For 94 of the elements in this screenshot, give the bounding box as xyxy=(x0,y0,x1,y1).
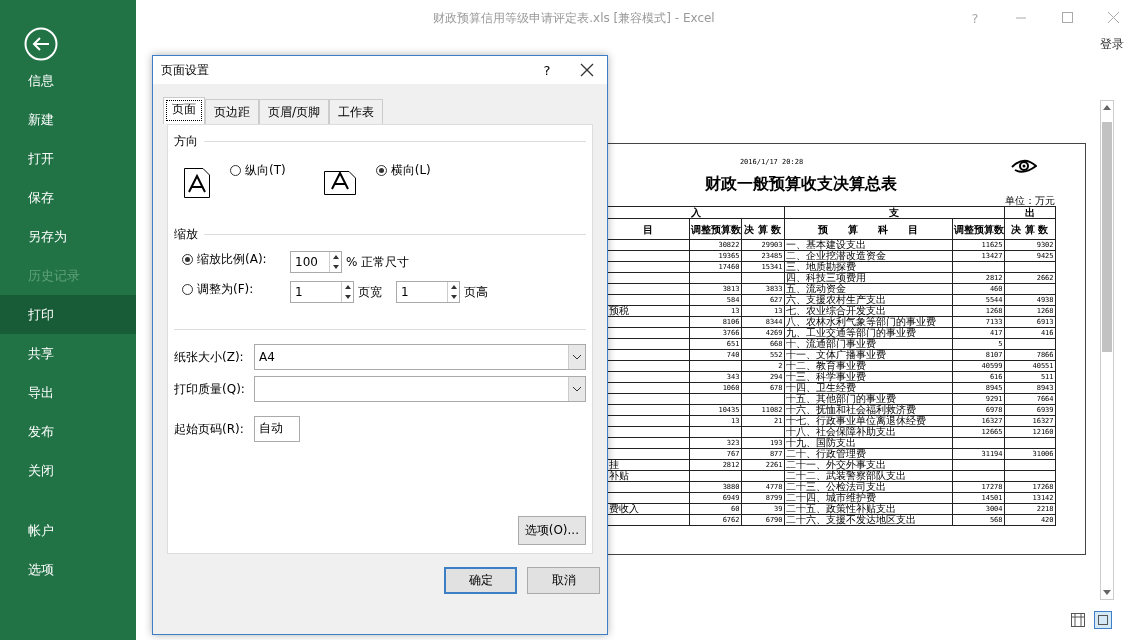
tab[interactable]: 页边距 xyxy=(205,99,259,124)
table-cell: 十六、抚恤和社会福利救济费 xyxy=(784,404,953,416)
window-title: 财政预算信用等级申请评定表.xls [兼容模式] - Excel xyxy=(432,9,716,27)
tab[interactable]: 工作表 xyxy=(329,99,384,124)
dropdown-field[interactable] xyxy=(254,376,586,402)
spinner-field[interactable]: 100 xyxy=(290,251,342,273)
spin-up-icon[interactable] xyxy=(344,285,351,289)
table-cell: 二、企业挖潜改造资金 xyxy=(784,250,953,262)
sidebar-item[interactable]: 共享 xyxy=(0,334,136,373)
table-cell: 四、科技三项费用 xyxy=(784,272,953,284)
table-cell: 二十五、政策性补贴支出 xyxy=(784,503,953,515)
table-cell: 二十四、城市维护费 xyxy=(784,492,953,504)
table-cell: 二十六、支援不发达地区支出 xyxy=(784,514,953,526)
spin-up-icon[interactable] xyxy=(450,285,457,289)
table-cell: 八、农林水利气象等部门的事业费 xyxy=(784,316,953,328)
table-cell: 十二、教育事业费 xyxy=(784,360,953,372)
field-label: 纸张大小(Z): xyxy=(174,348,245,366)
column-header: 调整预算数 xyxy=(689,218,741,240)
sidebar-item[interactable]: 发布 xyxy=(0,412,136,451)
field-label: 打印质量(Q): xyxy=(174,380,246,398)
pages-wide-label: 页宽 xyxy=(358,283,382,301)
zoom-to-page-icon[interactable] xyxy=(1094,611,1112,629)
options-button[interactable]: 选项(O)... xyxy=(517,516,586,545)
sidebar-item[interactable]: 新建 xyxy=(0,100,136,139)
column-header: 决 算 数 xyxy=(741,218,785,240)
table-cell: 五、流动资金 xyxy=(784,283,953,295)
spinner-field[interactable]: 1 xyxy=(290,281,354,303)
landscape-page-icon xyxy=(323,171,356,195)
spinner-field[interactable]: 1 xyxy=(396,281,460,303)
back-icon[interactable] xyxy=(24,27,58,61)
sidebar-item[interactable]: 信息 xyxy=(0,61,136,100)
caret-icon xyxy=(568,377,585,401)
sidebar-item[interactable]: 打开 xyxy=(0,139,136,178)
vertical-scrollbar[interactable] xyxy=(1100,100,1114,600)
pages-tall-label: 页高 xyxy=(464,283,488,301)
table-cell: 十、流通部门事业费 xyxy=(784,338,953,350)
column-header: 决 算 数 xyxy=(1004,218,1056,240)
table-cell: 二十二、武装警察部队支出 xyxy=(784,470,953,482)
table-cell: 十七、行政事业单位离退休经费 xyxy=(784,415,953,427)
table-header: 入 xyxy=(608,206,785,219)
unit-label: 单位：万元 xyxy=(1005,195,1055,206)
table-cell: 十四、卫生经费 xyxy=(784,382,953,394)
sidebar-item[interactable]: 保存 xyxy=(0,178,136,217)
table-cell: 十三、科学事业费 xyxy=(784,371,953,383)
spin-down-icon[interactable] xyxy=(450,295,457,299)
sidebar-item[interactable]: 帐户 xyxy=(0,511,136,550)
sidebar-item[interactable]: 关闭 xyxy=(0,451,136,490)
table-cell: 三、地质勘探费 xyxy=(784,261,953,273)
portrait-page-icon xyxy=(184,168,210,198)
sidebar-item[interactable]: 选项 xyxy=(0,550,136,589)
section-heading: 方向 xyxy=(174,133,198,150)
scroll-up-icon[interactable] xyxy=(1103,104,1111,110)
scroll-down-icon[interactable] xyxy=(1103,590,1111,596)
field-label: 起始页码(R): xyxy=(174,420,245,438)
column-header: 预 算 科 目 xyxy=(784,218,953,240)
table-cell: 一、基本建设支出 xyxy=(784,239,953,251)
column-header: 调整预算数 xyxy=(952,218,1005,240)
table-cell: 十九、国防支出 xyxy=(784,437,953,449)
orientation-radio[interactable]: 纵向(T) xyxy=(230,162,286,179)
sidebar-item[interactable]: 打印 xyxy=(0,295,136,334)
scaling-radio[interactable]: 调整为(F): xyxy=(182,281,278,298)
table-cell: 二十、行政管理费 xyxy=(784,448,953,460)
tab[interactable]: 页面 xyxy=(163,97,205,124)
spin-down-icon[interactable] xyxy=(332,265,339,269)
scale-suffix: % 正常尺寸 xyxy=(346,253,410,271)
cancel-button[interactable]: 取消 xyxy=(527,567,600,594)
table-cell: 二十三、公检法司支出 xyxy=(784,481,953,493)
table-header: 出 xyxy=(1004,206,1056,219)
dialog-title: 页面设置 xyxy=(161,61,210,79)
table-cell: 七、农业综合开发支出 xyxy=(784,305,953,317)
orientation-radio[interactable]: 横向(L) xyxy=(375,162,431,179)
input-field[interactable]: 自动 xyxy=(254,416,300,442)
show-margins-icon[interactable] xyxy=(1070,612,1086,628)
caret-icon xyxy=(568,345,585,369)
report-title: 财政一般预算收支决算总表 xyxy=(704,175,897,192)
table-header: 支 xyxy=(784,206,1005,219)
help-button[interactable]: ? xyxy=(527,62,567,78)
ok-button[interactable]: 确定 xyxy=(444,567,517,594)
table-cell: 十五、其他部门的事业费 xyxy=(784,393,953,405)
table-cell: 十八、社会保障补助支出 xyxy=(784,426,953,438)
sign-in-link[interactable]: 登录 xyxy=(1100,36,1124,56)
scaling-radio[interactable]: 缩放比例(A): xyxy=(182,251,278,268)
table-cell: 十一、文体广播事业费 xyxy=(784,349,953,361)
section-heading: 缩放 xyxy=(174,226,198,243)
sidebar-item[interactable]: 另存为 xyxy=(0,217,136,256)
spin-down-icon[interactable] xyxy=(344,295,351,299)
tab[interactable]: 页眉/页脚 xyxy=(259,99,330,124)
dropdown-field[interactable]: A4 xyxy=(254,344,586,370)
spin-up-icon[interactable] xyxy=(332,255,339,259)
sidebar-item[interactable]: 导出 xyxy=(0,373,136,412)
table-cell: 二十一、外交外事支出 xyxy=(784,459,953,471)
eye-logo-icon xyxy=(1011,158,1037,174)
table-cell: 九、工业交通等部门的事业费 xyxy=(784,327,953,339)
table-cell: 六、支援农村生产支出 xyxy=(784,294,953,306)
